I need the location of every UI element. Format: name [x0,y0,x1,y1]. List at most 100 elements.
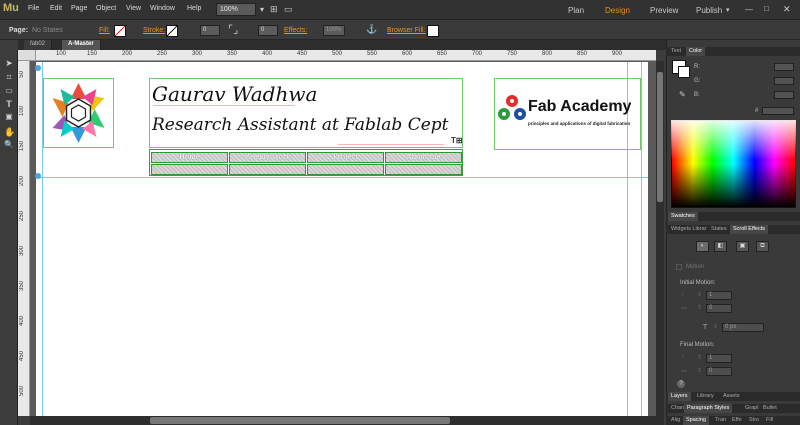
workspace-preview[interactable]: Preview [650,6,678,15]
stepper-icon: ⇕ [697,292,703,298]
initial-vertical-field[interactable]: 1 [706,291,732,300]
tab-color[interactable]: Color [686,47,706,56]
tab-transform[interactable]: Tran [712,416,729,425]
hand-tool-icon[interactable]: ✋ [4,127,15,137]
tab-scroll-effects[interactable]: Scroll Effects [730,225,768,234]
initial-horizontal-field[interactable]: 0 [706,304,732,313]
header-handle[interactable] [35,173,41,179]
hex-field[interactable] [762,107,794,115]
r-label: R: [694,64,700,70]
background-effect-icon[interactable]: ◧ [714,241,727,252]
stroke-swatch[interactable] [166,25,178,37]
opacity-effect-icon[interactable]: ▣ [736,241,749,252]
zoom-arrow-icon[interactable]: ▾ [260,5,264,14]
rectangle-tool-icon[interactable]: ▭ [4,86,14,96]
tab-effects[interactable]: Effe [729,416,745,425]
horizontal-ruler: 100 150 200 250 300 350 400 450 500 550 … [36,50,656,61]
nav-project[interactable]: Project [307,152,384,163]
tab-bullet[interactable]: Bullet [760,404,780,413]
menu-object[interactable]: Object [96,5,116,12]
horizontal-scroll-thumb[interactable] [150,417,450,424]
menu-page[interactable]: Page [71,5,87,12]
motion-offset-field[interactable]: 0 px [722,323,764,332]
tab-graphic-styles[interactable]: Grapl [742,404,761,413]
site-logo-frame[interactable] [43,78,114,148]
fab-academy-subtitle: principles and applications of digital f… [528,121,631,126]
fab-academy-title: Fab Academy [528,98,632,115]
minimize-icon[interactable]: — [745,5,753,14]
tab-assets[interactable]: Assets [720,392,743,401]
menu-file[interactable]: File [28,5,39,12]
vertical-scroll-thumb[interactable] [657,72,663,202]
tab-fill[interactable]: Fill [763,416,776,425]
menu-window[interactable]: Window [150,5,175,12]
text-overflow-icon[interactable]: T⊞ [451,136,463,145]
stroke-color-chip[interactable] [678,66,690,78]
app-logo: Mu [3,2,19,14]
tab-library[interactable]: Library [694,392,717,401]
selection-tool-icon[interactable]: ➤ [4,58,14,68]
right-margin-guide [641,62,642,416]
menu-bar [0,0,800,20]
text-tool-icon[interactable]: T [4,99,14,109]
tab-swatches[interactable]: Swatches [668,212,698,221]
opacity-field[interactable]: 100% [323,25,345,36]
nav-about-me[interactable]: About me [385,152,462,163]
tab-align[interactable]: Alig [668,416,683,425]
fill-label[interactable]: Fill: [99,27,110,34]
tab-a-master[interactable]: A-Master [62,40,101,50]
view-mode-icon[interactable]: ▭ [284,4,293,15]
frame-tool-icon[interactable]: ▣ [4,112,14,122]
slideshow-effect-icon[interactable]: ⧉ [756,241,769,252]
ruler-tick: 350 [227,51,238,57]
maximize-icon[interactable]: □ [764,4,769,13]
tab-layers[interactable]: Layers [668,392,691,401]
menu-help[interactable]: Help [187,5,201,12]
swatches-tab-row: Swatches [666,212,800,221]
stroke-width-field[interactable]: 0 [200,25,220,36]
final-vertical-field[interactable]: 1 [706,354,732,363]
eyedropper-icon[interactable]: ✎ [679,90,686,99]
muse-window: Mu File Edit Page Object View Window Hel… [0,0,800,425]
states-select[interactable]: No States [32,27,63,34]
zoom-tool-icon[interactable]: 🔍 [4,140,14,150]
workspace-plan[interactable]: Plan [568,6,584,15]
motion-effect-icon[interactable]: ◐ [696,241,709,252]
g-field[interactable] [774,77,794,85]
underline-role [338,144,444,145]
workspace-design[interactable]: Design [605,6,630,15]
nav-submenu [229,164,306,175]
fill-swatch[interactable] [114,25,126,37]
workspace-publish[interactable]: Publish [696,6,722,15]
tab-fab02[interactable]: fab02 [24,40,53,50]
tab-widgets-library[interactable]: Widgets Librar [668,225,709,234]
tab-text[interactable]: Text [668,47,684,56]
r-field[interactable] [774,63,794,71]
tab-stroke[interactable]: Stro [746,416,762,425]
corner-radius-field[interactable]: 0 [258,25,278,36]
browser-fill-label[interactable]: Browser Fill: [387,27,426,34]
help-icon[interactable]: ? [677,380,685,388]
browser-fill-swatch[interactable] [427,25,439,37]
top-handle[interactable] [35,65,41,71]
stroke-label[interactable]: Stroke: [143,27,165,34]
tab-paragraph-styles[interactable]: Paragraph Styles [684,404,733,413]
publish-dropdown-icon[interactable]: ▾ [726,6,730,14]
menu-view[interactable]: View [126,5,141,12]
crop-tool-icon[interactable]: ⌗ [4,72,14,82]
menu-edit[interactable]: Edit [50,5,62,12]
close-icon[interactable]: ✕ [783,4,791,15]
add-page-icon[interactable]: ⊞ [270,4,278,15]
tab-spacing[interactable]: Spacing [683,416,709,425]
final-horizontal-field[interactable]: 0 [706,367,732,376]
nav-home[interactable]: Home [151,152,228,163]
tab-states[interactable]: States [708,225,730,234]
site-name[interactable]: Gaurav Wadhwa [152,82,317,106]
zoom-select[interactable]: 100% [216,3,256,16]
nav-weekly-work[interactable]: Weekly Work [229,152,306,163]
effects-label[interactable]: Effects: [284,27,307,34]
b-field[interactable] [774,91,794,99]
motion-checkbox[interactable] [676,264,682,270]
site-role[interactable]: Research Assistant at Fablab Cept [152,115,449,135]
anchor-icon[interactable]: ⚓ [366,24,377,35]
